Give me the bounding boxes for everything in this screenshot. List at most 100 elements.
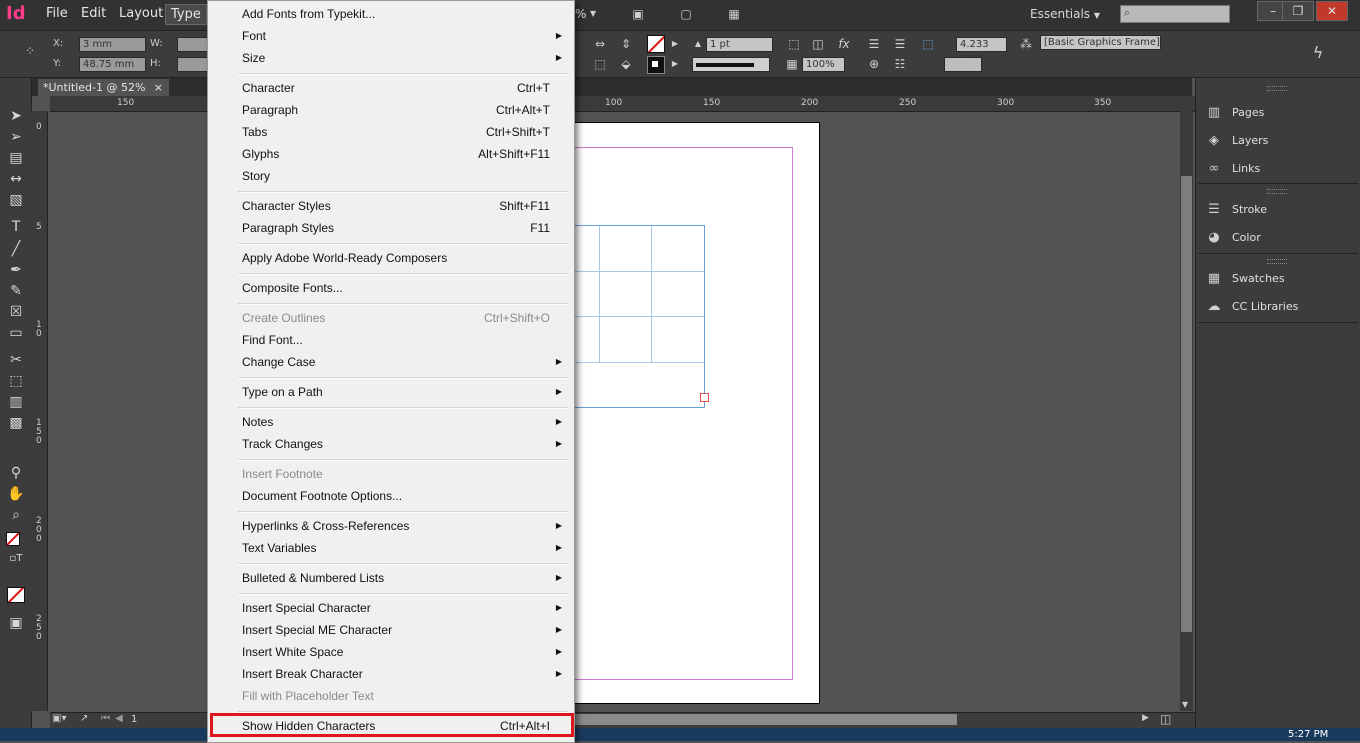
zoom-tool-icon[interactable]: ⌕ [6, 506, 26, 524]
selection-tool-icon[interactable]: ➤ [6, 107, 26, 125]
panel-stroke[interactable]: ☰ Stroke [1204, 200, 1267, 220]
arrange-documents-icon[interactable]: ▦ [726, 6, 742, 22]
screen-mode-icon[interactable]: ▢ [678, 6, 694, 22]
menu-item-paragraph-styles[interactable]: Paragraph Styles F11 [242, 218, 562, 238]
rectangle-tool-icon[interactable]: ▭ [6, 324, 26, 342]
lightning-icon[interactable]: ϟ [1310, 45, 1326, 61]
opacity-field[interactable]: 100% [802, 57, 845, 72]
menu-item-hyperlinks-cross-references[interactable]: Hyperlinks & Cross-References ▶ [242, 516, 562, 536]
menu-item-apply-world-ready-composers[interactable]: Apply Adobe World-Ready Composers [242, 248, 562, 268]
apply-none-icon[interactable] [7, 587, 25, 603]
menu-item-tabs[interactable]: Tabs Ctrl+Shift+T [242, 122, 562, 142]
zoom-percent[interactable]: % [575, 7, 586, 21]
fitting-icon[interactable]: ⬚ [786, 36, 802, 52]
line-tool-icon[interactable]: ╱ [6, 240, 26, 258]
menu-item-track-changes[interactable]: Track Changes ▶ [242, 434, 562, 454]
object-style-select[interactable]: [Basic Graphics Frame] [1040, 35, 1161, 50]
align-top-icon[interactable]: ☰ [866, 36, 882, 52]
stroke-swatch[interactable] [647, 56, 665, 74]
rectangle-frame-tool-icon[interactable]: ☒ [6, 303, 26, 321]
fill-swatch[interactable] [6, 532, 20, 546]
menu-item-type-on-a-path[interactable]: Type on a Path ▶ [242, 382, 562, 402]
menu-layout[interactable]: Layout [119, 6, 163, 21]
w-field[interactable] [177, 37, 208, 52]
stroke-type-select[interactable] [692, 57, 770, 72]
menu-item-notes[interactable]: Notes ▶ [242, 412, 562, 432]
flip-vertical-icon[interactable]: ⇕ [618, 36, 634, 52]
menu-item-character-styles[interactable]: Character Styles Shift+F11 [242, 196, 562, 216]
panel-grip[interactable] [1267, 86, 1287, 91]
document-tab[interactable]: *Untitled-1 @ 52% × [38, 79, 169, 96]
free-transform-tool-icon[interactable]: ⬚ [6, 372, 26, 390]
panel-swatches[interactable]: ▦ Swatches [1204, 269, 1285, 289]
page-number-field[interactable]: 1 [131, 714, 137, 725]
type-tool-icon[interactable]: T [6, 218, 26, 236]
menu-item-composite-fonts[interactable]: Composite Fonts... [242, 278, 562, 298]
gradient-swatch-tool-icon[interactable]: ▥ [6, 393, 26, 411]
content-collector-icon[interactable]: ▧ [6, 191, 26, 209]
chevron-down-icon[interactable]: ▶ [667, 56, 683, 72]
opacity-icon[interactable]: ▦ [784, 56, 800, 72]
restore-button[interactable]: ❐ [1282, 1, 1314, 21]
menu-item-glyphs[interactable]: Glyphs Alt+Shift+F11 [242, 144, 562, 164]
previous-page-icon[interactable]: ◀ [115, 713, 123, 724]
gap-tool-icon[interactable]: ↔ [6, 170, 26, 188]
scroll-down-icon[interactable]: ▼ [1182, 700, 1188, 709]
menu-item-insert-white-space[interactable]: Insert White Space ▶ [242, 642, 562, 662]
select-content-icon[interactable]: ⬙ [618, 56, 634, 72]
panel-pages[interactable]: ▥ Pages [1204, 103, 1265, 123]
overset-handle[interactable] [700, 393, 709, 402]
scroll-right-icon[interactable]: ▶ [1142, 713, 1149, 723]
view-options-icon[interactable]: ▣ [630, 6, 646, 22]
corner-shape-select[interactable] [944, 57, 982, 72]
menu-edit[interactable]: Edit [81, 6, 106, 21]
menu-type[interactable]: Type [165, 4, 207, 25]
menu-item-insert-special-character[interactable]: Insert Special Character ▶ [242, 598, 562, 618]
screen-mode-tool-icon[interactable]: ▣ [6, 614, 26, 632]
first-page-icon[interactable]: ⏮ [101, 713, 110, 724]
distribute-icon[interactable]: ⊕ [866, 56, 882, 72]
align-center-icon[interactable]: ☰ [892, 36, 908, 52]
distribute-spacing-icon[interactable]: ☷ [892, 56, 908, 72]
panel-grip[interactable] [1267, 259, 1287, 264]
panel-links[interactable]: ∞ Links [1204, 159, 1261, 179]
eyedropper-tool-icon[interactable]: ⚲ [6, 464, 26, 482]
stroke-weight-stepper-icon[interactable]: ▲ [690, 36, 706, 52]
menu-file[interactable]: File [46, 6, 68, 21]
menu-item-insert-special-me-character[interactable]: Insert Special ME Character ▶ [242, 620, 562, 640]
menu-item-change-case[interactable]: Change Case ▶ [242, 352, 562, 372]
fill-none-swatch[interactable] [647, 35, 665, 53]
panel-grip[interactable] [1267, 189, 1287, 194]
frame-gap-icon[interactable]: ⬚ [920, 36, 936, 52]
menu-item-character[interactable]: Character Ctrl+T [242, 78, 562, 98]
menu-item-bulleted-numbered-lists[interactable]: Bulleted & Numbered Lists ▶ [242, 568, 562, 588]
menu-item-text-variables[interactable]: Text Variables ▶ [242, 538, 562, 558]
effects-icon[interactable]: fx [836, 36, 852, 52]
close-tab-icon[interactable]: × [154, 79, 163, 96]
select-container-icon[interactable]: ⬚ [592, 56, 608, 72]
direct-selection-tool-icon[interactable]: ➢ [6, 128, 26, 146]
object-style-icon[interactable]: ⁂ [1018, 36, 1034, 52]
h-field[interactable] [177, 57, 208, 72]
x-field[interactable]: 3 mm [79, 37, 146, 52]
pen-tool-icon[interactable]: ✒ [6, 261, 26, 279]
workspace-switcher[interactable]: Essentials ▼ [1030, 7, 1100, 21]
hand-tool-icon[interactable]: ✋ [6, 485, 26, 503]
chevron-down-icon[interactable]: ▶ [667, 36, 683, 52]
flip-horizontal-icon[interactable]: ⇔ [592, 36, 608, 52]
y-field[interactable]: 48.75 mm [79, 57, 146, 72]
gradient-feather-tool-icon[interactable]: ▩ [6, 414, 26, 432]
menu-item-document-footnote-options[interactable]: Document Footnote Options... [242, 486, 562, 506]
chevron-down-icon[interactable]: ▼ [590, 9, 596, 18]
horizontal-scroll-thumb[interactable] [575, 714, 957, 725]
menu-item-find-font[interactable]: Find Font... [242, 330, 562, 350]
grid-frame[interactable] [572, 225, 705, 408]
scissors-tool-icon[interactable]: ✂ [6, 351, 26, 369]
stroke-weight-field[interactable]: 1 pt [706, 37, 773, 52]
drop-shadow-icon[interactable]: ◫ [810, 36, 826, 52]
panel-color[interactable]: ◕ Color [1204, 228, 1260, 248]
menu-item-paragraph[interactable]: Paragraph Ctrl+Alt+T [242, 100, 562, 120]
gap-field[interactable]: 4.233 mm [956, 37, 1007, 63]
page-menu-icon[interactable]: ▣▾ [52, 713, 66, 724]
split-window-icon[interactable]: ◫ [1160, 712, 1171, 726]
